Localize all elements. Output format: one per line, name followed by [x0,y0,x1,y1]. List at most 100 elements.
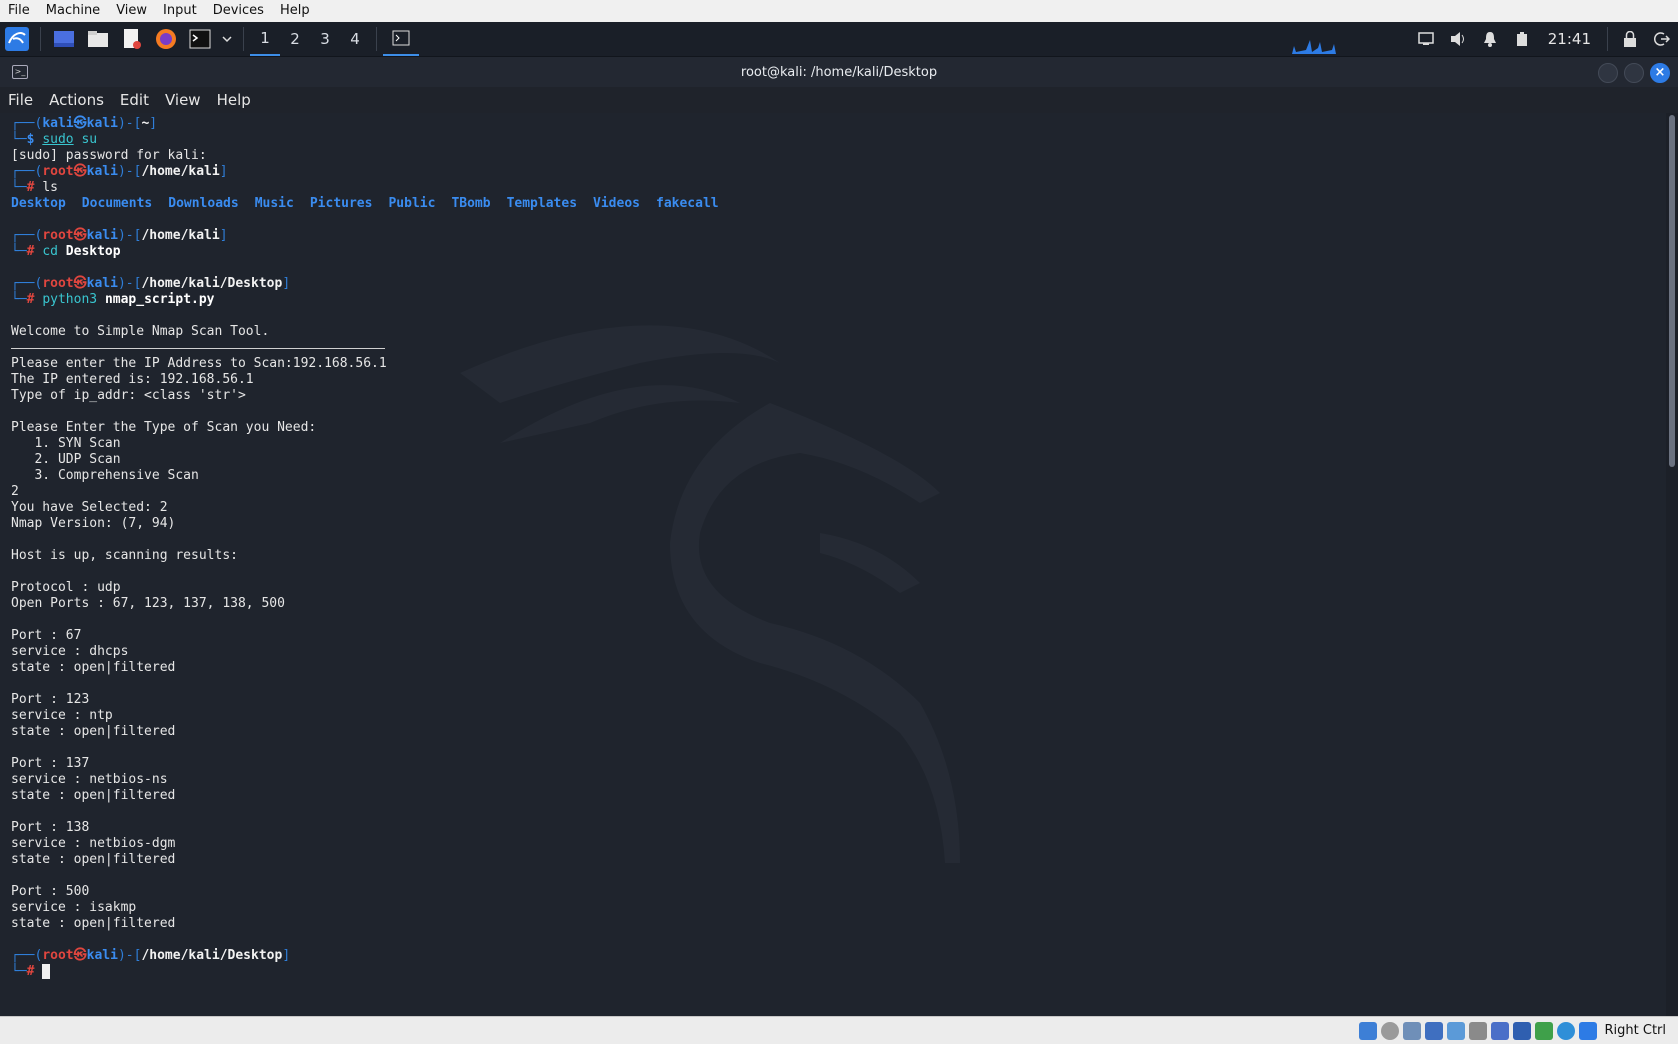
shared-folders-icon[interactable] [1469,1022,1487,1040]
command-ls: ls [42,180,58,195]
mouse-integration-icon[interactable] [1579,1022,1597,1040]
prompt-path: /home/kali/Desktop [141,276,282,291]
prompt-user: root [42,948,73,963]
display-icon[interactable] [1491,1022,1509,1040]
cpu-activity-icon[interactable] [1557,1022,1575,1040]
output-line: service : dhcps [11,644,735,660]
terminal-menu-actions[interactable]: Actions [41,91,112,109]
prompt-host: kali [87,116,118,131]
text-editor-icon[interactable] [117,24,147,54]
workspace-4[interactable]: 4 [340,22,370,56]
file-manager-icon[interactable] [83,24,113,54]
system-tray: 21:41 [1282,24,1678,54]
dir-entry: Templates [507,196,577,211]
dir-entry: TBomb [451,196,490,211]
terminal-launcher-icon[interactable] [185,24,215,54]
text-cursor[interactable] [42,964,50,979]
vbox-menu-file[interactable]: File [0,0,38,22]
battery-icon[interactable] [1506,24,1538,54]
cpu-graph-icon [1282,24,1402,54]
output-line [11,404,735,420]
prompt-host: kali [87,948,118,963]
panel-separator [376,27,377,51]
scrollbar-thumb[interactable] [1669,115,1675,467]
dir-entry: Documents [82,196,152,211]
terminal-menu-help[interactable]: Help [209,91,259,109]
logout-icon[interactable] [1646,24,1678,54]
vbox-menubar: File Machine View Input Devices Help [0,0,1678,23]
vbox-menu-view[interactable]: View [108,0,155,22]
firefox-icon[interactable] [151,24,181,54]
chevron-down-icon[interactable] [219,24,235,54]
notifications-icon[interactable] [1474,24,1506,54]
vbox-menu-devices[interactable]: Devices [205,0,272,22]
command-su: su [81,132,97,147]
lock-icon[interactable] [1614,24,1646,54]
network-icon[interactable] [1410,24,1442,54]
close-button[interactable]: × [1650,63,1670,83]
command-python-arg: nmap_script.py [105,292,215,307]
output-line: service : netbios-ns [11,772,735,788]
prompt-path: /home/kali [141,228,219,243]
terminal-menubar: File Actions Edit View Help [0,87,1678,113]
prompt-host: kali [87,276,118,291]
prompt-user: root [42,164,73,179]
clock[interactable]: 21:41 [1538,30,1601,48]
terminal-icon [392,30,410,46]
workspace-2[interactable]: 2 [280,22,310,56]
dir-entry: Videos [593,196,640,211]
output-line: state : open|filtered [11,724,735,740]
output-line [11,612,735,628]
guest-additions-icon[interactable] [1535,1022,1553,1040]
terminal-output[interactable]: ┌──(kali㉿kali)-[~] └─$ sudo su [sudo] pa… [0,113,1666,1016]
output-line: state : open|filtered [11,852,735,868]
output-line: Port : 500 [11,884,735,900]
window-terminal-icon: >_ [12,65,28,79]
minimize-button[interactable] [1598,63,1618,83]
optical-drive-icon[interactable] [1381,1022,1399,1040]
dir-entry: fakecall [656,196,719,211]
output-line: Port : 67 [11,628,735,644]
output-line: Welcome to Simple Nmap Scan Tool. [11,324,735,340]
usb-icon[interactable] [1447,1022,1465,1040]
output-line [11,532,735,548]
workspace-3[interactable]: 3 [310,22,340,56]
prompt-user: kali [42,116,73,131]
window-title: root@kali: /home/kali/Desktop [741,65,937,80]
output-line: 3. Comprehensive Scan [11,468,735,484]
output-line [11,932,735,948]
terminal-menu-file[interactable]: File [0,91,41,109]
kali-menu-icon[interactable] [2,24,32,54]
volume-icon[interactable] [1442,24,1474,54]
host-key-label: Right Ctrl [1599,1023,1678,1038]
hard-disk-icon[interactable] [1359,1022,1377,1040]
prompt-host: kali [87,228,118,243]
terminal-scrollbar[interactable] [1666,113,1678,1016]
script-output: Please enter the IP Address to Scan:192.… [11,356,735,948]
output-line: Nmap Version: (7, 94) [11,516,735,532]
maximize-button[interactable] [1624,63,1644,83]
workspace-1[interactable]: 1 [250,22,280,56]
output-line: Port : 138 [11,820,735,836]
vbox-menu-help[interactable]: Help [272,0,318,22]
output-line: Port : 123 [11,692,735,708]
dir-entry: Desktop [11,196,66,211]
output-line [11,804,735,820]
top-panel: 1 2 3 4 21:41 [0,22,1678,57]
command-sudo: sudo [42,132,73,147]
terminal-menu-view[interactable]: View [157,91,209,109]
output-line: service : ntp [11,708,735,724]
show-desktop-icon[interactable] [49,24,79,54]
video-capture-icon[interactable] [1513,1022,1531,1040]
vbox-menu-input[interactable]: Input [155,0,205,22]
network-adapter-icon[interactable] [1425,1022,1443,1040]
window-titlebar[interactable]: >_ root@kali: /home/kali/Desktop × [0,57,1678,87]
taskbar-terminal-button[interactable] [383,22,419,56]
dir-entry: Downloads [168,196,238,211]
output-line [11,564,735,580]
vbox-menu-machine[interactable]: Machine [38,0,108,22]
output-line [11,676,735,692]
output-line: state : open|filtered [11,660,735,676]
audio-icon[interactable] [1403,1022,1421,1040]
terminal-menu-edit[interactable]: Edit [112,91,157,109]
